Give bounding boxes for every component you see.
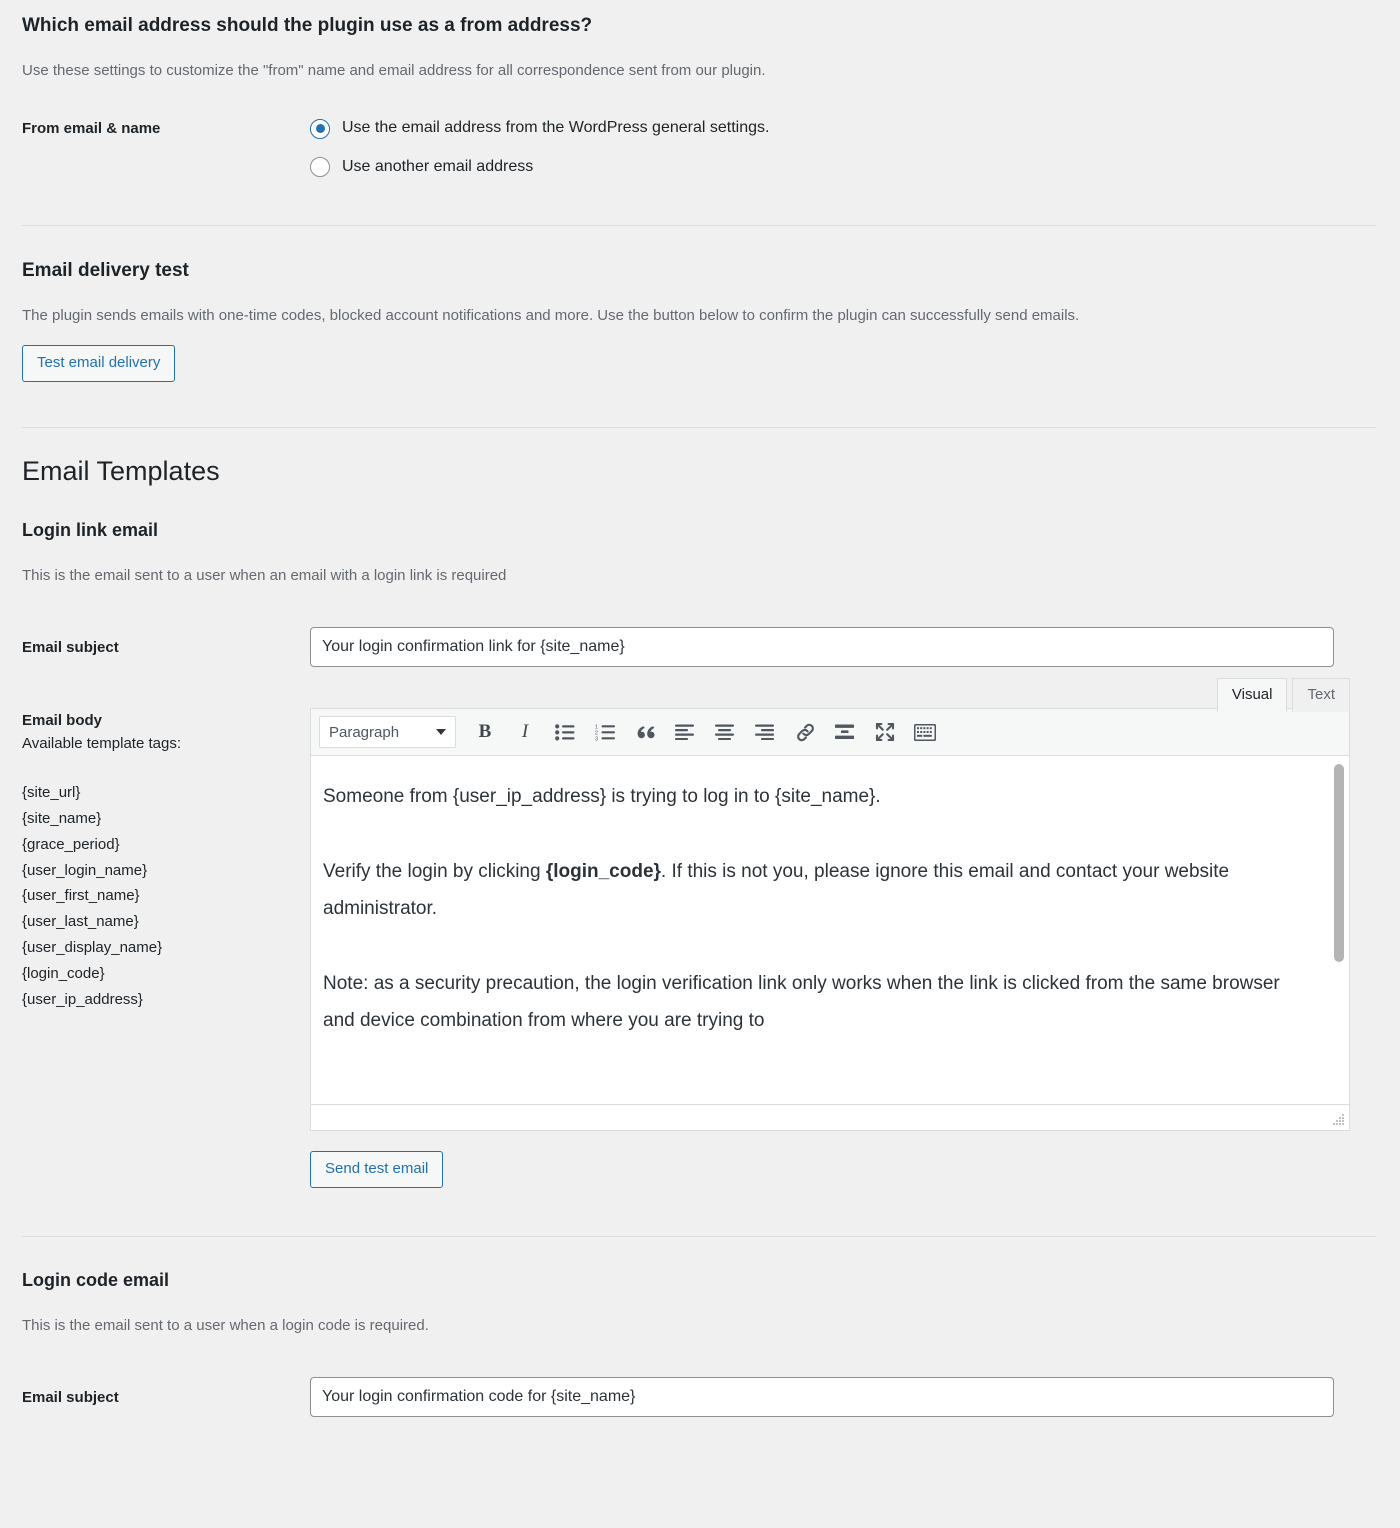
editor-paragraph-text: Someone from {user_ip_address} is trying…	[323, 786, 881, 808]
login-link-body-label: Email body	[22, 712, 103, 730]
fullscreen-icon[interactable]	[868, 716, 902, 748]
svg-text:3: 3	[595, 736, 598, 740]
template-tag: {user_first_name}	[22, 887, 140, 905]
editor-statusbar	[311, 1104, 1349, 1131]
login-code-subject-input[interactable]	[310, 1377, 1334, 1418]
settings-page: Which email address should the plugin us…	[0, 0, 1400, 1418]
radio-another-email-label: Use another email address	[342, 157, 534, 175]
template-tag: {login_code}	[22, 964, 105, 982]
editor-content[interactable]: Someone from {user_ip_address} is trying…	[311, 756, 1349, 1049]
from-email-name-label: From email & name	[22, 120, 161, 138]
editor-paragraph: Someone from {user_ip_address} is trying…	[323, 778, 1309, 815]
from-address-section: Which email address should the plugin us…	[0, 0, 1400, 178]
format-select-value: Paragraph	[329, 723, 400, 741]
test-email-delivery-button[interactable]: Test email delivery	[22, 344, 176, 382]
template-tag: {user_login_name}	[22, 861, 148, 879]
editor-paragraph: Verify the login by clicking {login_code…	[323, 853, 1309, 927]
editor-paragraph-text: Note: as a security precaution, the logi…	[323, 973, 1280, 1032]
align-left-icon[interactable]	[668, 716, 702, 748]
login-code-email-section: Login code email This is the email sent …	[0, 1237, 1400, 1418]
email-delivery-test-description: The plugin sends emails with one-time co…	[22, 307, 1080, 325]
align-center-icon[interactable]	[708, 716, 742, 748]
bold-icon[interactable]: B	[468, 716, 502, 748]
login-code-email-description: This is the email sent to a user when a …	[22, 1316, 429, 1334]
editor-mode-tabs: Visual Text	[1212, 678, 1350, 712]
radio-option-another-email[interactable]: Use another email address	[310, 157, 1400, 178]
email-delivery-test-heading: Email delivery test	[22, 259, 189, 281]
radio-wordpress-general-label: Use the email address from the WordPress…	[342, 119, 770, 137]
bulleted-list-icon[interactable]	[548, 716, 582, 748]
editor-paragraph-text: Verify the login by clicking	[323, 861, 546, 883]
blockquote-icon[interactable]	[628, 716, 662, 748]
format-select[interactable]: Paragraph	[319, 716, 456, 749]
editor-scrollbar[interactable]	[1333, 760, 1345, 1100]
login-link-email-description: This is the email sent to a user when an…	[22, 566, 507, 584]
template-tag: {site_url}	[22, 784, 81, 802]
from-address-heading: Which email address should the plugin us…	[22, 15, 593, 36]
from-email-name-row: From email & name Use the email address …	[0, 118, 1400, 178]
tab-text[interactable]: Text	[1292, 678, 1350, 712]
numbered-list-icon[interactable]: 1 2 3	[588, 716, 622, 748]
send-test-email-button[interactable]: Send test email	[310, 1151, 444, 1189]
login-link-subject-row: Email subject	[0, 627, 1400, 668]
link-icon[interactable]	[788, 716, 822, 748]
radio-wordpress-general-icon[interactable]	[310, 118, 330, 139]
login-link-subject-label: Email subject	[22, 638, 119, 656]
login-link-body-row: Email body Available template tags: {sit…	[0, 678, 1400, 1189]
template-tags-list: {site_url} {site_name} {grace_period} {u…	[22, 780, 310, 1012]
login-code-email-heading: Login code email	[22, 1270, 170, 1291]
insert-read-more-icon[interactable]	[828, 716, 862, 748]
editor-paragraph: Note: as a security precaution, the logi…	[323, 965, 1309, 1039]
editor-box: Paragraph B I 1 2 3 Someone from {user_i…	[310, 708, 1350, 1132]
radio-another-email-icon[interactable]	[310, 157, 330, 178]
align-right-icon[interactable]	[748, 716, 782, 748]
login-code-subject-label: Email subject	[22, 1388, 119, 1406]
template-tag: {user_display_name}	[22, 939, 163, 957]
radio-option-wordpress-general[interactable]: Use the email address from the WordPress…	[310, 118, 1400, 139]
email-templates-section: Email Templates Login link email This is…	[0, 428, 1400, 1189]
template-tag: {grace_period}	[22, 835, 120, 853]
email-delivery-test-section: Email delivery test The plugin sends ema…	[0, 226, 1400, 382]
template-tag: {site_name}	[22, 810, 102, 828]
tab-visual[interactable]: Visual	[1216, 678, 1288, 712]
email-templates-heading: Email Templates	[22, 455, 220, 486]
toolbar-toggle-icon[interactable]	[908, 716, 942, 748]
from-address-description: Use these settings to customize the "fro…	[22, 61, 766, 79]
editor-toolbar: Paragraph B I 1 2 3	[311, 709, 1349, 757]
chevron-down-icon	[436, 729, 446, 736]
editor-scrollbar-thumb[interactable]	[1334, 764, 1344, 963]
template-tag: {user_ip_address}	[22, 990, 143, 1008]
login-code-subject-row: Email subject	[0, 1377, 1400, 1418]
editor-body[interactable]: Someone from {user_ip_address} is trying…	[311, 756, 1349, 1105]
login-link-subject-input[interactable]	[310, 627, 1334, 668]
editor-paragraph-bold: {login_code}	[545, 861, 661, 883]
resize-handle[interactable]	[1331, 1113, 1345, 1127]
italic-icon[interactable]: I	[508, 716, 542, 748]
visual-editor: Visual Text Paragraph B I 1 2 3 Someone …	[310, 678, 1350, 1189]
template-tag: {user_last_name}	[22, 913, 139, 931]
available-template-tags-label: Available template tags:	[22, 735, 181, 753]
login-link-email-heading: Login link email	[22, 520, 159, 541]
